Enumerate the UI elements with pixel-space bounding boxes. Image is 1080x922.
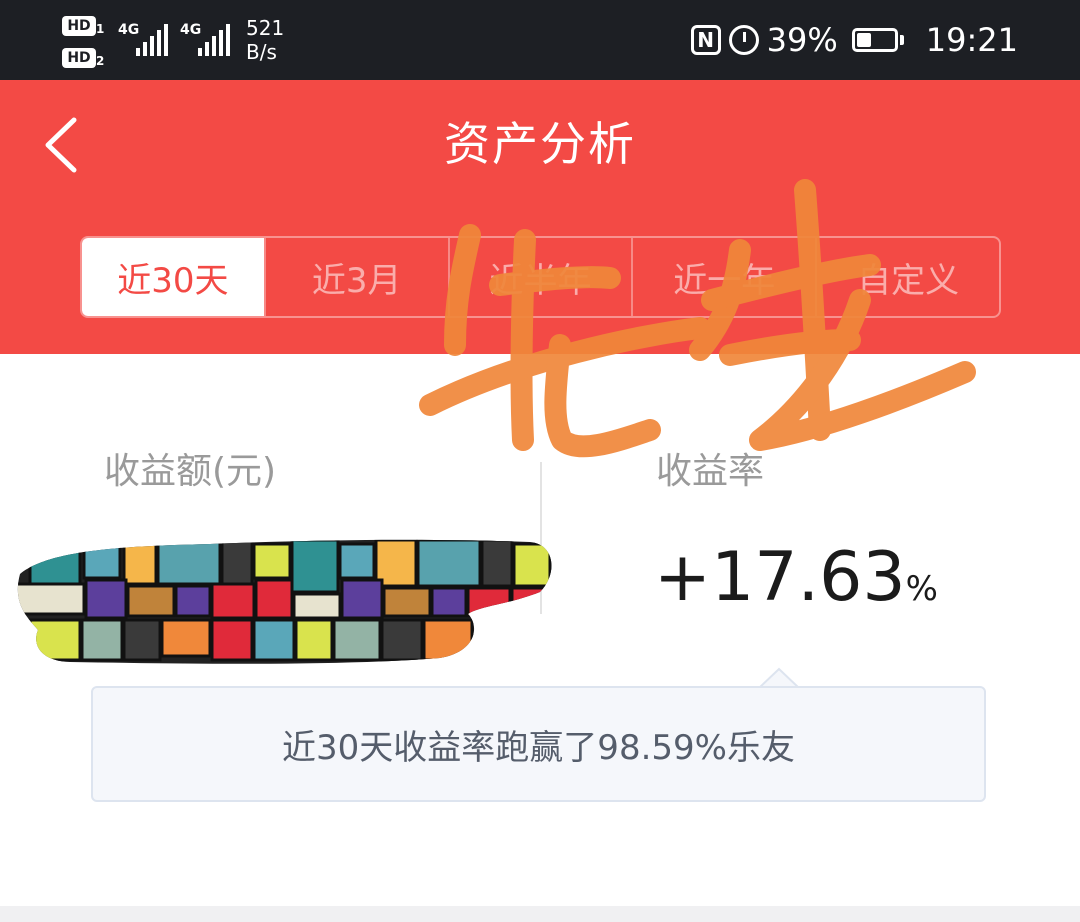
network-speed-unit: B/s [246, 40, 277, 64]
sim2-hd-badge: HD [62, 48, 96, 68]
battery-percent: 39% [766, 21, 838, 59]
clock-time: 19:21 [925, 21, 1018, 59]
tab-30-days[interactable]: 近30天 [82, 238, 264, 316]
tab-half-year[interactable]: 近半年 [447, 238, 632, 316]
rate-value: +17.63% [654, 536, 938, 637]
sim1-index: 1 [96, 22, 105, 36]
page-header: 资产分析 近30天 近3月 近半年 近一年 自定义 [0, 80, 1080, 354]
sim1-hd-badge: HD [62, 16, 96, 36]
page-title: 资产分析 [444, 117, 636, 171]
battery-tip [899, 35, 904, 45]
sim2-index: 2 [96, 54, 105, 68]
tab-3-months[interactable]: 近3月 [263, 238, 448, 316]
redacted-income-mosaic [17, 539, 552, 664]
ranking-tooltip: 近30天收益率跑赢了98.59%乐友 [91, 686, 986, 802]
income-label: 收益额(元) [104, 451, 277, 492]
network-speed: 521 B/s [246, 16, 284, 64]
battery-fill [856, 33, 871, 47]
period-tabs: 近30天 近3月 近半年 近一年 自定义 [80, 236, 1001, 318]
rate-number: +17.63 [654, 538, 906, 617]
alarm-clock-icon [728, 25, 759, 55]
section-separator [0, 906, 1080, 922]
status-right-group: N 39% 19:21 [690, 20, 1018, 60]
asset-summary: 收益额(元) 收益率 +17.63% 近30天收益率跑赢了98.59%乐友 [0, 354, 1080, 922]
tab-custom[interactable]: 自定义 [815, 238, 999, 316]
nfc-icon: N [690, 25, 721, 55]
rate-label: 收益率 [656, 451, 765, 492]
ranking-tooltip-text: 近30天收益率跑赢了98.59%乐友 [282, 727, 795, 768]
battery-icon [851, 28, 898, 52]
network-speed-value: 521 [246, 16, 285, 40]
rate-unit: % [905, 569, 938, 609]
status-bar: HD 1 HD 2 4G 4G 521 B/s N 39% 19:21 [0, 0, 1080, 80]
tab-one-year[interactable]: 近一年 [631, 238, 815, 316]
